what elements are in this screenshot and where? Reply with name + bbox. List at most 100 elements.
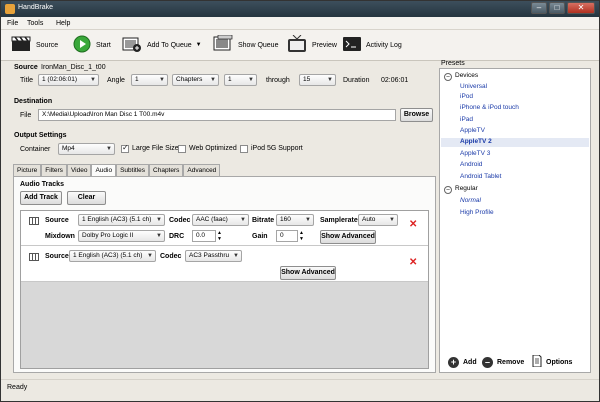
collapse-icon[interactable]: – (444, 186, 452, 194)
preset-normal[interactable]: Normal (460, 197, 481, 204)
tab-video[interactable]: Video (66, 164, 92, 176)
title-label: Title (20, 77, 33, 84)
activity-log-button[interactable]: Activity Log (343, 35, 402, 55)
track1-codec-dropdown[interactable]: AAC (faac) ▼ (192, 214, 249, 226)
audio-track-list: Source 1 English (AC3) (5.1 ch) ▼ Codec A… (20, 210, 429, 369)
add-track-button[interactable]: Add Track (20, 191, 62, 205)
tv-icon (287, 34, 307, 55)
tab-chapters[interactable]: Chapters (149, 164, 184, 176)
chevron-down-icon[interactable]: ▼ (196, 42, 202, 48)
through-label: through (266, 77, 290, 84)
activity-log-label: Activity Log (366, 41, 402, 49)
settings-tabs: Picture Filters Video Audio Subtitles Ch… (13, 164, 221, 177)
source-heading: Source (14, 64, 38, 71)
preset-high-profile[interactable]: High Profile (460, 209, 494, 216)
preset-appletv-2[interactable]: AppleTV 2 (441, 138, 589, 147)
add-to-queue-button[interactable]: Add To Queue ▼ (122, 35, 202, 55)
track1-drc-input[interactable]: 0.0 (192, 230, 216, 242)
web-optimized-label: Web Optimized (189, 145, 237, 152)
handbrake-app-icon (5, 4, 15, 14)
track2-source-dropdown[interactable]: 1 English (AC3) (5.1 ch) ▼ (69, 250, 156, 262)
start-label: Start (96, 41, 111, 49)
clear-button[interactable]: Clear (67, 191, 106, 205)
queue-icon (213, 34, 233, 55)
tab-advanced[interactable]: Advanced (183, 164, 221, 176)
maximize-button[interactable]: □ (549, 2, 565, 14)
track1-bitrate-label: Bitrate (252, 217, 275, 224)
duration-label: Duration (343, 77, 370, 84)
destination-file-input[interactable]: X:\Media\Upload\Iron Man Disc 1 T00.m4v (38, 109, 396, 121)
menu-help[interactable]: Help (56, 20, 70, 27)
preview-button[interactable]: Preview (287, 34, 337, 55)
audio-track-row: Source 1 English (AC3) (5.1 ch) ▼ Codec A… (21, 246, 428, 282)
preset-appletv[interactable]: AppleTV (460, 127, 485, 134)
preset-android-tablet[interactable]: Android Tablet (460, 173, 501, 180)
preset-android[interactable]: Android (460, 161, 482, 168)
preset-universal[interactable]: Universal (460, 83, 487, 90)
toolbar: Source Start Add To Queue ▼ Show Queue P… (1, 30, 599, 61)
track2-codec-label: Codec (160, 253, 182, 260)
minimize-button[interactable]: – (531, 2, 547, 14)
status-bar: Ready (1, 379, 599, 401)
handbrake-window: HandBrake – □ ✕ File Tools Help Source S… (0, 0, 600, 402)
minus-icon: – (482, 356, 493, 368)
drc-spinner-icon[interactable]: ▲ ▼ (217, 230, 222, 242)
track1-samplerate-dropdown[interactable]: Auto ▼ (358, 214, 398, 226)
preset-appletv-3[interactable]: AppleTV 3 (460, 150, 490, 157)
title-dropdown[interactable]: 1 (02:06:01) ▼ (38, 74, 99, 86)
track1-bitrate-dropdown[interactable]: 160 ▼ (276, 214, 314, 226)
tab-picture[interactable]: Picture (13, 164, 42, 176)
range-to-dropdown[interactable]: 15 ▼ (299, 74, 336, 86)
preset-group-regular[interactable]: – Regular (444, 185, 478, 194)
menu-file[interactable]: File (7, 20, 18, 27)
close-button[interactable]: ✕ (567, 2, 595, 14)
duration-value: 02:06:01 (381, 77, 409, 84)
status-text: Ready (7, 384, 28, 391)
large-file-size-checkbox[interactable] (121, 143, 129, 153)
drag-handle-icon[interactable] (29, 253, 39, 261)
web-optimized-checkbox[interactable] (178, 145, 186, 153)
preset-options-button[interactable]: Options (532, 354, 572, 369)
preset-ipad[interactable]: iPad (460, 116, 473, 123)
preset-iphone-ipod-touch[interactable]: iPhone & iPod touch (460, 104, 519, 111)
title-bar[interactable]: HandBrake – □ ✕ (1, 1, 599, 17)
drag-handle-icon[interactable] (29, 217, 39, 225)
tab-filters[interactable]: Filters (41, 164, 67, 176)
preview-label: Preview (312, 41, 337, 49)
ipod-5g-support-checkbox[interactable] (240, 145, 248, 153)
play-icon (73, 35, 91, 55)
angle-dropdown[interactable]: 1 ▼ (131, 74, 168, 86)
start-button[interactable]: Start (73, 35, 111, 55)
browse-button[interactable]: Browse (400, 108, 433, 122)
source-name: IronMan_Disc_1_t00 (41, 64, 106, 71)
output-settings-heading: Output Settings (14, 132, 67, 139)
container-dropdown[interactable]: Mp4 ▼ (58, 143, 115, 155)
remove-track-icon[interactable]: ✕ (409, 258, 417, 268)
track1-source-dropdown[interactable]: 1 English (AC3) (5.1 ch) ▼ (78, 214, 165, 226)
remove-track-icon[interactable]: ✕ (409, 220, 417, 230)
clapperboard-icon (11, 36, 31, 54)
range-from-dropdown[interactable]: 1 ▼ (224, 74, 257, 86)
track1-mixdown-dropdown[interactable]: Dolby Pro Logic II ▼ (78, 230, 165, 242)
gain-spinner-icon[interactable]: ▲ ▼ (299, 230, 304, 242)
add-preset-button[interactable]: + Add (448, 356, 477, 368)
container-label: Container (20, 146, 51, 153)
preset-group-devices[interactable]: – Devices (444, 72, 478, 81)
plus-icon: + (448, 356, 459, 368)
menu-tools[interactable]: Tools (27, 20, 43, 27)
audio-tracks-heading: Audio Tracks (20, 181, 64, 188)
preset-ipod[interactable]: iPod (460, 93, 473, 100)
source-button[interactable]: Source (11, 35, 58, 55)
track2-show-advanced-button[interactable]: Show Advanced (280, 266, 336, 280)
track2-codec-dropdown[interactable]: AC3 Passthru ▼ (185, 250, 242, 262)
show-queue-button[interactable]: Show Queue (213, 34, 278, 55)
track1-show-advanced-button[interactable]: Show Advanced (320, 230, 376, 244)
angle-label: Angle (107, 77, 125, 84)
track1-drc-label: DRC (169, 233, 185, 240)
collapse-icon[interactable]: – (444, 73, 452, 81)
tab-subtitles[interactable]: Subtitles (116, 164, 150, 176)
range-type-dropdown[interactable]: Chapters ▼ (172, 74, 219, 86)
remove-preset-button[interactable]: – Remove (482, 356, 524, 368)
document-icon (532, 354, 542, 369)
track1-gain-input[interactable]: 0 (276, 230, 298, 242)
